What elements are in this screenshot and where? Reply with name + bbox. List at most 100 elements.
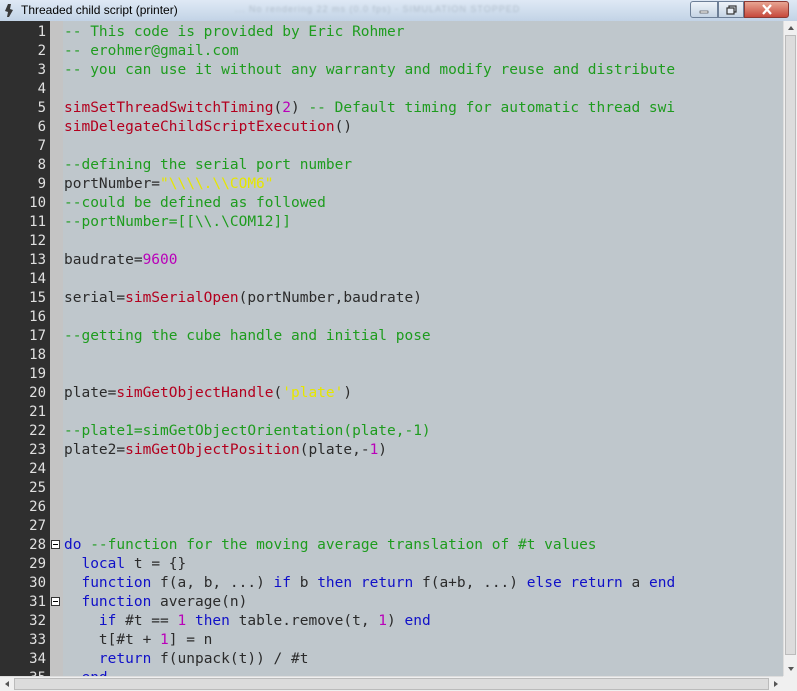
- fold-toggle-icon[interactable]: [51, 540, 60, 549]
- line-number: 5: [37, 100, 46, 116]
- code-text: do --function for the moving average tra…: [64, 536, 597, 555]
- line-number: 25: [29, 480, 46, 496]
- line-number: 12: [29, 233, 46, 249]
- scroll-right-arrow-icon[interactable]: [769, 677, 783, 691]
- line-number: 18: [29, 347, 46, 363]
- code-text: -- you can use it without any warranty a…: [64, 61, 675, 80]
- code-token: (): [334, 119, 353, 135]
- code-text: -- This code is provided by Eric Rohmer: [64, 23, 404, 42]
- code-token: t[#t +: [64, 632, 161, 648]
- fold-toggle-icon[interactable]: [51, 597, 60, 606]
- code-token: if: [273, 575, 291, 591]
- horizontal-scrollbar[interactable]: [0, 676, 783, 691]
- vertical-scroll-thumb[interactable]: [785, 35, 796, 655]
- code-token: --defining the serial port number: [64, 157, 353, 173]
- line-number: 23: [29, 442, 46, 458]
- code-text: -- erohmer@gmail.com: [64, 42, 239, 61]
- code-token: b: [291, 575, 318, 591]
- code-token: ): [343, 385, 353, 401]
- code-token: (: [273, 385, 283, 401]
- code-token: (: [273, 100, 283, 116]
- code-token: 1: [369, 442, 379, 458]
- code-token: --function for the moving average transl…: [90, 537, 597, 553]
- window-title: Threaded child script (printer): [21, 3, 178, 17]
- line-number: 21: [29, 404, 46, 420]
- line-number: 22: [29, 423, 46, 439]
- code-token: end: [649, 575, 676, 591]
- code-token: portNumber=: [64, 176, 161, 192]
- code-token: return: [570, 575, 623, 591]
- scroll-down-arrow-icon[interactable]: [784, 662, 797, 676]
- line-number: 24: [29, 461, 46, 477]
- code-token: ): [387, 613, 405, 629]
- code-token: local: [81, 556, 126, 572]
- code-text: function average(n): [64, 593, 247, 612]
- line-number: 3: [37, 62, 46, 78]
- code-token: --plate1=simGetObjectOrientation(plate,-…: [64, 423, 431, 439]
- code-token: a: [622, 575, 649, 591]
- code-token: simDelegateChildScriptExecution: [64, 119, 335, 135]
- maximize-button[interactable]: [718, 1, 744, 18]
- line-number: 34: [29, 651, 46, 667]
- line-number: 33: [29, 632, 46, 648]
- line-number: 6: [37, 119, 46, 135]
- code-token: -- erohmer@gmail.com: [64, 43, 239, 59]
- line-number: 1: [37, 24, 46, 40]
- code-token: ] = n: [168, 632, 213, 648]
- code-token: function: [81, 594, 152, 610]
- line-number: 26: [29, 499, 46, 515]
- code-token: "\\\\.\\COM6": [160, 176, 274, 192]
- line-number: 20: [29, 385, 46, 401]
- code-token: then: [194, 613, 230, 629]
- code-token: 1: [160, 632, 169, 648]
- code-token: (plate,-: [299, 442, 370, 458]
- code-token: do: [64, 537, 82, 553]
- line-number: 31: [29, 594, 46, 610]
- line-number: 29: [29, 556, 46, 572]
- code-token: table.remove(t,: [229, 613, 379, 629]
- code-token: --getting the cube handle and initial po…: [64, 328, 431, 344]
- code-text: simSetThreadSwitchTiming(2) -- Default t…: [64, 99, 675, 118]
- code-text: plate=simGetObjectHandle('plate'): [64, 384, 352, 403]
- code-text: return f(unpack(t)) / #t: [64, 650, 309, 669]
- scroll-left-arrow-icon[interactable]: [0, 677, 14, 691]
- line-number: 13: [29, 252, 46, 268]
- code-editor[interactable]: 1 -- This code is provided by Eric Rohmer…: [0, 21, 783, 676]
- line-number: 9: [37, 176, 46, 192]
- horizontal-scroll-thumb[interactable]: [14, 678, 769, 690]
- line-number: 2: [37, 43, 46, 59]
- code-token: then: [317, 575, 353, 591]
- line-number: 15: [29, 290, 46, 306]
- title-bar[interactable]: Threaded child script (printer) ... No r…: [0, 0, 797, 22]
- code-text: portNumber="\\\\.\\COM6": [64, 175, 274, 194]
- code-text: --portNumber=[[\\.\COM12]]: [64, 213, 291, 232]
- line-number: 10: [29, 195, 46, 211]
- code-text: plate2=simGetObjectPosition(plate,-1): [64, 441, 387, 460]
- code-token: end: [404, 613, 431, 629]
- close-button[interactable]: [744, 1, 789, 18]
- code-token: #t ==: [116, 613, 178, 629]
- minimize-button[interactable]: [690, 1, 718, 18]
- code-text: serial=simSerialOpen(portNumber,baudrate…: [64, 289, 422, 308]
- line-number: 30: [29, 575, 46, 591]
- code-text: if #t == 1 then table.remove(t, 1) end: [64, 612, 431, 631]
- scroll-up-arrow-icon[interactable]: [784, 21, 797, 35]
- vertical-scrollbar[interactable]: [783, 21, 797, 676]
- code-token: --could be defined as followed: [64, 195, 326, 211]
- code-text: --could be defined as followed: [64, 194, 326, 213]
- code-token: if: [98, 613, 117, 629]
- code-text: baudrate=9600: [64, 251, 178, 270]
- code-token: t = {}: [125, 556, 187, 572]
- code-text: --defining the serial port number: [64, 156, 352, 175]
- code-token: 9600: [142, 252, 178, 268]
- code-token: f(a, b, ...): [151, 575, 274, 591]
- code-token: simSerialOpen: [125, 290, 239, 306]
- code-token: simSetThreadSwitchTiming: [64, 100, 274, 116]
- close-icon: [761, 4, 772, 15]
- code-text: function f(a, b, ...) if b then return f…: [64, 574, 675, 593]
- code-token: 1: [378, 613, 388, 629]
- code-token: (portNumber,baudrate): [238, 290, 422, 306]
